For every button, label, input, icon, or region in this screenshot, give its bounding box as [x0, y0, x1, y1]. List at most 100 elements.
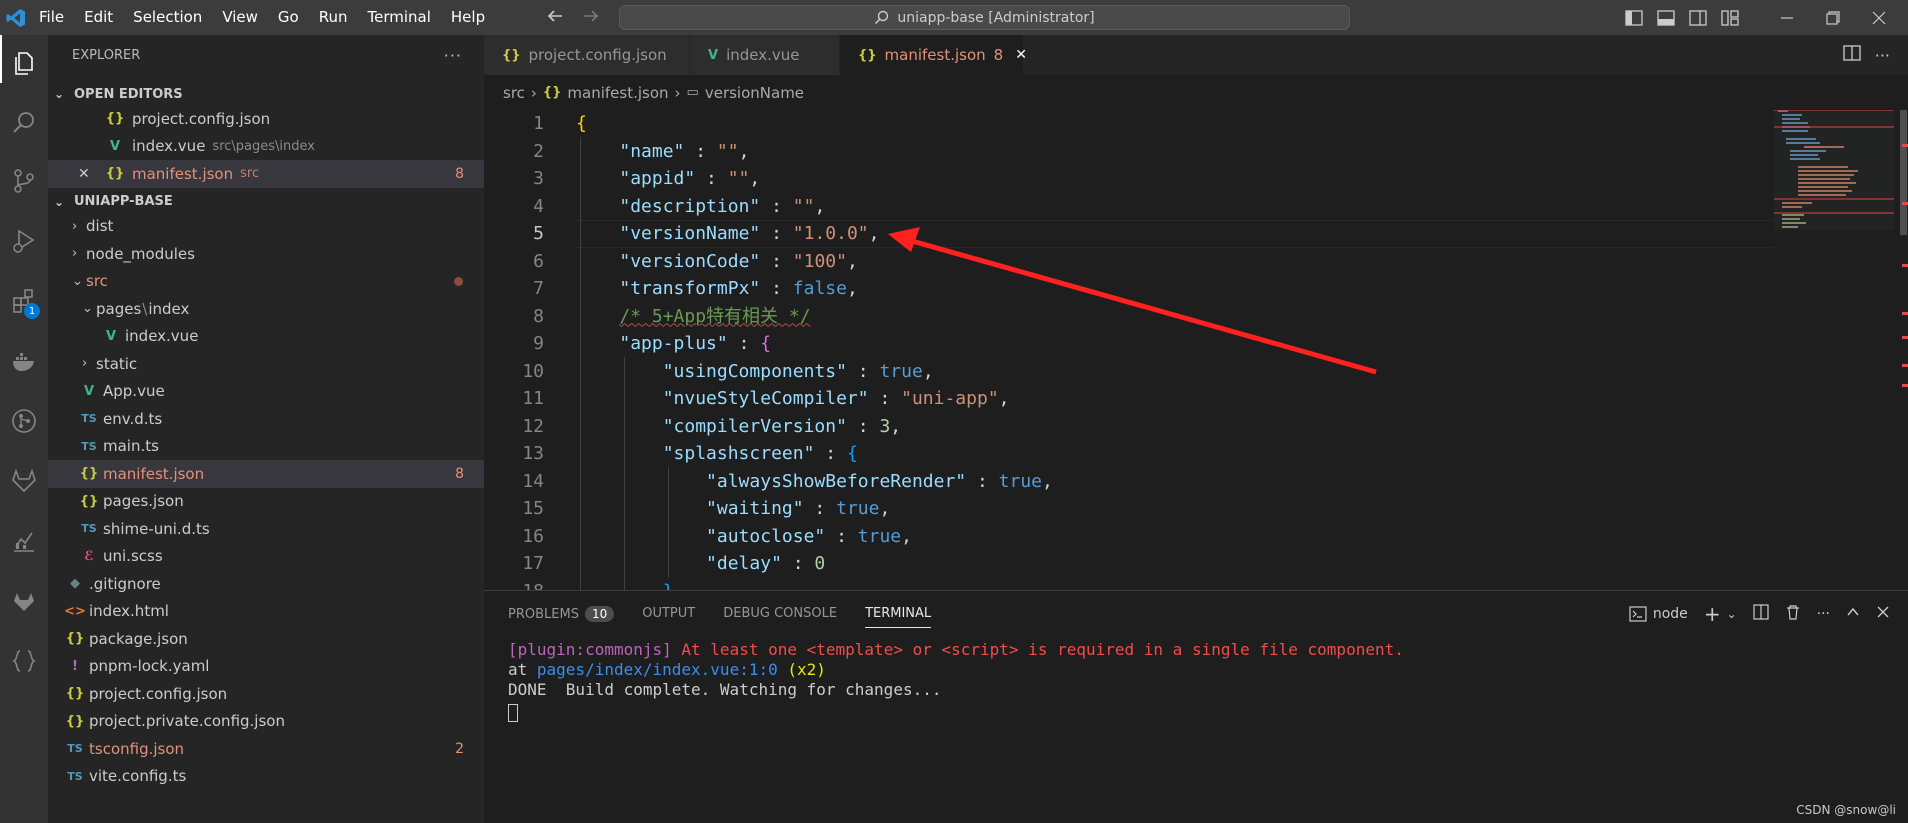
tree-file-index-vue[interactable]: V index.vue — [48, 323, 484, 351]
code-line[interactable]: 7 "transformPx" : false, — [484, 275, 1774, 303]
menu-edit[interactable]: Edit — [74, 0, 123, 35]
tree-file-main-ts[interactable]: TS main.ts — [48, 433, 484, 461]
tree-file-package-json[interactable]: {} package.json — [48, 625, 484, 653]
code-line[interactable]: 16 "autoclose" : true, — [484, 523, 1774, 551]
open-editor-item[interactable]: {} project.config.json — [48, 105, 484, 133]
tree-folder-pages-index[interactable]: ⌄ pages \ index — [48, 295, 484, 323]
tree-file-pnpm-lock-yaml[interactable]: ! pnpm-lock.yaml — [48, 653, 484, 681]
close-editor-icon[interactable]: ✕ — [78, 166, 104, 182]
more-actions-icon[interactable]: ··· — [1817, 606, 1830, 622]
tree-file-manifest-json[interactable]: {} manifest.json 8 — [48, 460, 484, 488]
code-line[interactable]: 10 "usingComponents" : true, — [484, 358, 1774, 386]
code-line[interactable]: 4 "description" : "", — [484, 193, 1774, 221]
customize-layout-icon[interactable] — [1714, 0, 1746, 35]
menu-help[interactable]: Help — [441, 0, 495, 35]
code-line[interactable]: 6 "versionCode" : "100", — [484, 248, 1774, 276]
tree-folder-src[interactable]: ⌄ src — [48, 268, 484, 296]
menu-view[interactable]: View — [212, 0, 268, 35]
forward-arrow-icon[interactable] — [582, 7, 600, 29]
code-line[interactable]: 13 "splashscreen" : { — [484, 440, 1774, 468]
tab-close-icon[interactable]: ✕ — [1015, 47, 1027, 63]
trash-icon[interactable] — [1785, 604, 1801, 624]
tree-file-shime-uni-d-ts[interactable]: TS shime-uni.d.ts — [48, 515, 484, 543]
breadcrumb-src[interactable]: src — [503, 84, 525, 102]
tree-file-index-html[interactable]: <> index.html — [48, 598, 484, 626]
breadcrumb-file[interactable]: manifest.json — [567, 84, 668, 102]
run-debug-icon[interactable] — [0, 217, 48, 265]
tab-index-vue[interactable]: V index.vue — [690, 35, 840, 75]
back-arrow-icon[interactable] — [546, 7, 564, 29]
chevron-up-icon[interactable] — [1846, 605, 1860, 623]
code-line[interactable]: 12 "compilerVersion" : 3, — [484, 413, 1774, 441]
tree-file-env-d-ts[interactable]: TS env.d.ts — [48, 405, 484, 433]
code-line[interactable]: 18 }, — [484, 578, 1774, 591]
split-terminal-icon[interactable] — [1753, 603, 1769, 624]
activity-bar: 1 — [0, 35, 48, 823]
tree-file-uni-scss[interactable]: ℰ uni.scss — [48, 543, 484, 571]
code-line[interactable]: 3 "appid" : "", — [484, 165, 1774, 193]
code-line[interactable]: 9 "app-plus" : { — [484, 330, 1774, 358]
code-editor[interactable]: 1{2 "name" : "", 3 "appid" : "", 4 "descri… — [484, 110, 1908, 590]
tree-file-project-private-config-json[interactable]: {} project.private.config.json — [48, 708, 484, 736]
menu-terminal[interactable]: Terminal — [358, 0, 441, 35]
code-line[interactable]: 11 "nvueStyleCompiler" : "uni-app", — [484, 385, 1774, 413]
new-terminal-icon[interactable]: + — [1704, 602, 1721, 626]
restore-icon[interactable] — [1810, 0, 1856, 35]
tab-project-config-json[interactable]: {} project.config.json — [484, 35, 690, 75]
minimap[interactable] — [1774, 110, 1894, 590]
tree-file-tsconfig-json[interactable]: TS tsconfig.json 2 — [48, 735, 484, 763]
tree-folder-node-modules[interactable]: › node_modules — [48, 240, 484, 268]
tab-terminal[interactable]: TERMINAL — [865, 606, 932, 628]
tab-problems[interactable]: PROBLEMS 10 — [508, 605, 615, 622]
open-editor-item-active[interactable]: ✕ {} manifest.json src 8 — [48, 160, 484, 188]
code-line[interactable]: 15 "waiting" : true, — [484, 495, 1774, 523]
tab-manifest-json[interactable]: {} manifest.json 8 ✕ — [840, 35, 1027, 75]
docker-icon[interactable] — [0, 337, 48, 385]
terminal-file-link[interactable]: pages/index/index.vue:1:0 — [537, 660, 778, 679]
terminal-profile[interactable]: node — [1629, 606, 1688, 622]
split-editor-icon[interactable] — [1843, 45, 1861, 65]
breadcrumb-symbol[interactable]: versionName — [705, 84, 804, 102]
code-line[interactable]: 14 "alwaysShowBeforeRender" : true, — [484, 468, 1774, 496]
tree-folder-static[interactable]: › static — [48, 350, 484, 378]
more-actions-icon[interactable]: ··· — [1875, 46, 1890, 65]
gitlab-icon[interactable] — [0, 457, 48, 505]
menu-file[interactable]: File — [29, 0, 74, 35]
menu-selection[interactable]: Selection — [123, 0, 212, 35]
tab-output[interactable]: OUTPUT — [642, 606, 695, 621]
chevron-down-icon[interactable]: ⌄ — [1727, 607, 1737, 621]
close-panel-icon[interactable] — [1876, 605, 1890, 623]
gitlab-workflow-icon[interactable] — [0, 577, 48, 625]
toggle-secondary-sidebar-icon[interactable] — [1682, 0, 1714, 35]
project-section[interactable]: ⌄ UNIAPP-BASE — [48, 191, 484, 213]
code-line[interactable]: 2 "name" : "", — [484, 138, 1774, 166]
search-icon[interactable] — [0, 99, 48, 147]
open-editor-item[interactable]: V index.vue src\pages\index — [48, 133, 484, 161]
tree-folder-dist[interactable]: › dist — [48, 213, 484, 241]
code-line[interactable]: 5 "versionName" : "1.0.0", — [484, 220, 1774, 248]
json-braces-icon[interactable] — [0, 637, 48, 685]
toggle-primary-sidebar-icon[interactable] — [1618, 0, 1650, 35]
open-editors-section[interactable]: ⌄ OPEN EDITORS — [48, 83, 484, 105]
git-graph-icon[interactable] — [0, 397, 48, 445]
code-line[interactable]: 1{ — [484, 110, 1774, 138]
toggle-panel-icon[interactable] — [1650, 0, 1682, 35]
menu-run[interactable]: Run — [309, 0, 358, 35]
analytics-icon[interactable] — [0, 517, 48, 565]
close-window-icon[interactable] — [1856, 0, 1902, 35]
menu-go[interactable]: Go — [268, 0, 309, 35]
tab-debug-console[interactable]: DEBUG CONSOLE — [723, 606, 837, 621]
command-center[interactable]: uniapp-base [Administrator] — [619, 5, 1350, 30]
code-line[interactable]: 8 /* 5+App特有相关 */ — [484, 303, 1774, 331]
tree-file-vite-config-ts[interactable]: TS vite.config.ts — [48, 763, 484, 791]
tree-file-pages-json[interactable]: {} pages.json — [48, 488, 484, 516]
explorer-icon[interactable] — [0, 39, 48, 87]
extensions-icon[interactable]: 1 — [0, 277, 48, 325]
tree-file-app-vue[interactable]: V App.vue — [48, 378, 484, 406]
minimize-icon[interactable] — [1764, 0, 1810, 35]
more-actions-icon[interactable]: ··· — [444, 46, 462, 65]
code-line[interactable]: 17 "delay" : 0 — [484, 550, 1774, 578]
source-control-icon[interactable] — [0, 157, 48, 205]
tree-file-project-config-json[interactable]: {} project.config.json — [48, 680, 484, 708]
tree-file-gitignore[interactable]: ◆ .gitignore — [48, 570, 484, 598]
